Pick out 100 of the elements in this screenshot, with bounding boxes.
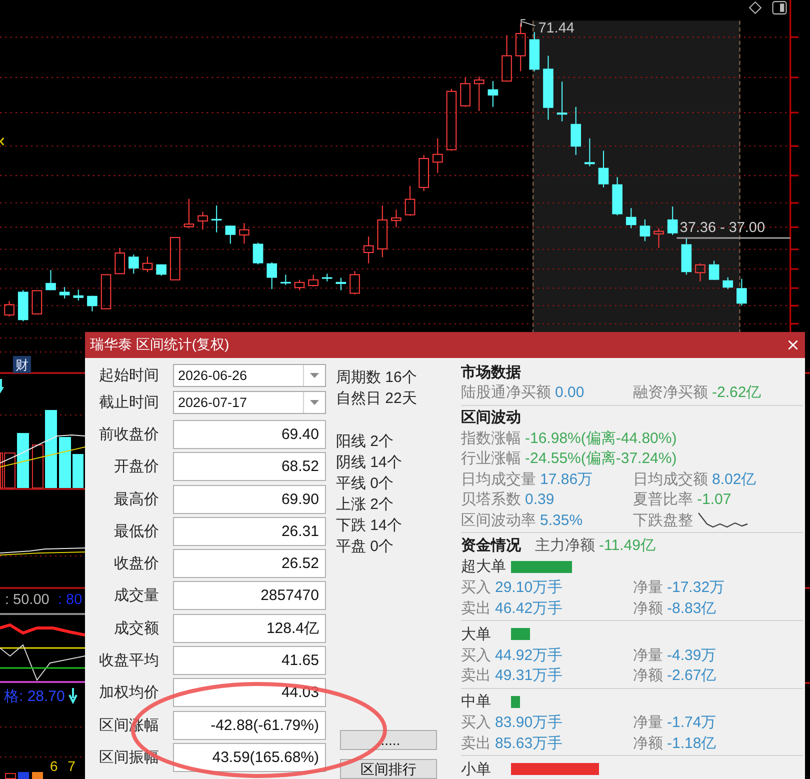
field-label: 收盘平均 xyxy=(98,651,159,670)
candlestick xyxy=(280,274,291,286)
stat-label: 净量 xyxy=(633,578,663,598)
candlestick xyxy=(598,150,609,188)
trend-sparkline xyxy=(698,512,748,528)
stat-value: -2.62亿 xyxy=(712,383,762,402)
candlestick xyxy=(722,277,734,290)
stat-label: 净量 xyxy=(633,713,663,732)
volume-bar xyxy=(32,444,44,488)
stat-value: 83.90万手 xyxy=(495,713,563,732)
stat-label: 日均成交量 xyxy=(461,470,536,489)
stat-value: 0.00 xyxy=(555,384,584,402)
stat-value: -1.07 xyxy=(697,491,732,508)
candlestick xyxy=(114,248,126,274)
caret-icon xyxy=(310,400,319,405)
color-swatch-icon xyxy=(5,773,16,779)
ranking-button[interactable]: 区间排行 xyxy=(340,759,437,779)
stat-label: 区间波动率 xyxy=(461,510,536,530)
candlestick xyxy=(142,256,153,272)
candlestick xyxy=(708,260,720,280)
candlestick xyxy=(418,154,430,192)
stat-value: -4.39万 xyxy=(667,646,716,665)
candlestick xyxy=(322,274,332,282)
panel-icon[interactable] xyxy=(772,1,787,14)
candlestick xyxy=(736,278,747,306)
candlestick xyxy=(252,242,264,264)
count-text: 阴线 14个 xyxy=(336,452,402,472)
stat-label: 日均成交额 xyxy=(633,470,708,489)
candlestick xyxy=(515,23,526,72)
candlestick xyxy=(59,287,70,298)
count-text: 自然日 22天 xyxy=(336,388,417,408)
candlestick xyxy=(640,219,650,242)
stat-value: -24.55%(偏离-37.24%) xyxy=(525,449,677,468)
date-dropdown[interactable]: 2026-07-17 xyxy=(173,391,326,414)
candlestick xyxy=(681,238,692,275)
stat-label: 融资净买额 xyxy=(633,383,708,402)
stat-label: 卖出 xyxy=(461,734,491,753)
stat-label: 夏普比率 xyxy=(633,490,693,510)
candlestick xyxy=(695,263,706,282)
candlestick xyxy=(612,177,622,216)
section-heading: 市场数据 xyxy=(461,362,521,382)
candlestick xyxy=(404,186,416,216)
candlestick xyxy=(584,138,595,166)
candlestick xyxy=(225,226,236,244)
count-text: 周期数 16个 xyxy=(336,368,417,388)
stat-value: 85.63万手 xyxy=(495,734,563,753)
field-label: 最低价 xyxy=(113,522,159,541)
order-type-label: 超大单 xyxy=(461,557,507,576)
candlestick xyxy=(156,264,166,276)
peak-marker-icon xyxy=(520,19,536,28)
stat-label: 卖出 xyxy=(461,666,491,686)
section-heading: 资金情况 xyxy=(461,536,521,555)
color-swatch-icon xyxy=(32,772,43,779)
stat-label: 买入 xyxy=(461,578,491,598)
candlestick xyxy=(529,32,540,72)
field-label: 前收盘价 xyxy=(98,425,159,444)
order-type-label: 中单 xyxy=(461,692,492,711)
down-arrow-icon xyxy=(0,379,4,393)
more-button[interactable]: ...... xyxy=(340,730,437,750)
price-label: 71.44 xyxy=(538,20,574,37)
section-heading: 区间波动 xyxy=(461,408,521,428)
stat-label: 净额 xyxy=(633,666,663,686)
candlestick xyxy=(294,280,305,290)
stat-value: -16.98%(偏离-44.80%) xyxy=(525,428,677,448)
field-label: 加权均价 xyxy=(98,683,159,702)
stat-value: -1.18亿 xyxy=(667,734,716,753)
stat-value: -8.83亿 xyxy=(667,598,716,618)
candlestick xyxy=(502,35,512,82)
field-label: 收盘价 xyxy=(113,554,159,574)
stat-label: 指数涨幅 xyxy=(461,428,521,448)
date-dropdown[interactable]: 2026-06-26 xyxy=(173,364,326,387)
candlestick xyxy=(239,223,250,244)
close-icon[interactable] xyxy=(788,340,798,350)
candlestick xyxy=(184,198,194,228)
stat-label: 净量 xyxy=(633,646,663,665)
candlestick xyxy=(350,271,360,294)
candlestick xyxy=(474,76,484,111)
down-arrow-icon xyxy=(68,687,78,704)
stat-value: 0.39 xyxy=(525,491,554,508)
finance-tag[interactable]: 财 xyxy=(13,356,31,373)
value-field: 26.52 xyxy=(173,549,326,578)
candlestick xyxy=(377,206,388,258)
candlestick xyxy=(170,237,180,280)
stat-value: -1.74万 xyxy=(667,713,716,732)
candlestick xyxy=(46,270,56,290)
count-text: 下跌 14个 xyxy=(336,516,402,536)
diamond-icon[interactable] xyxy=(748,1,762,14)
candlestick xyxy=(391,210,402,228)
price-label: 37.36 - 37.00 xyxy=(680,220,766,236)
indicator-readout: : 80 xyxy=(58,592,82,608)
candlestick xyxy=(18,290,28,322)
value-field: 43.59(165.68%) xyxy=(173,742,326,772)
stat-value: 46.42万手 xyxy=(495,598,563,618)
candlestick xyxy=(446,88,457,151)
stat-value: -11.49亿 xyxy=(599,536,656,555)
candlestick xyxy=(556,82,568,122)
volume-bar xyxy=(17,433,29,488)
indicator-readout: : 50.00 xyxy=(5,592,50,608)
dialog-title: 瑞华泰 区间统计(复权) xyxy=(90,336,230,354)
pattern-label: 下跌盘整 xyxy=(633,510,693,530)
